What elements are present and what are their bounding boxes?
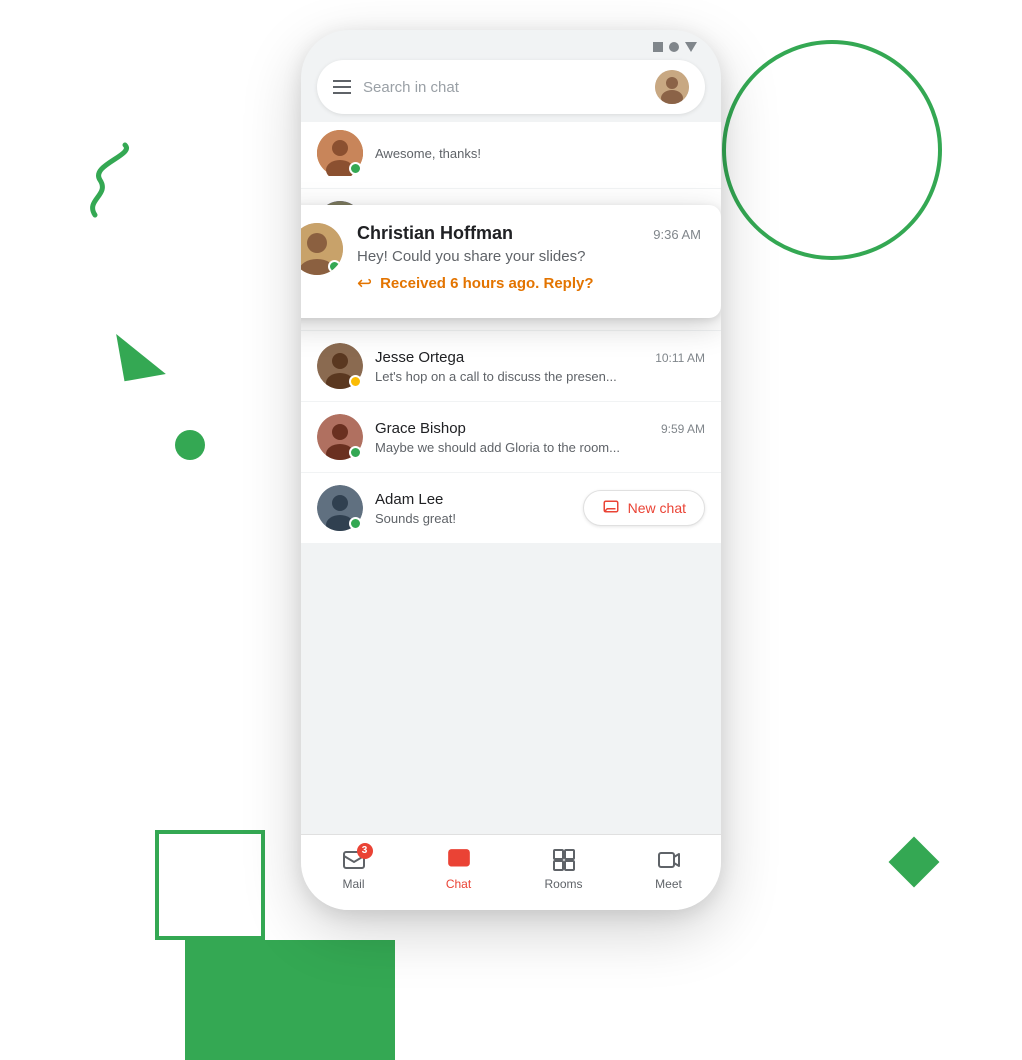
chat-icon [446, 847, 472, 873]
notif-name-row: Christian Hoffman 9:36 AM [357, 223, 701, 244]
phone-device: Search in chat Christian Hoffman [301, 30, 721, 910]
chat-header: Jesse Ortega 10:11 AM [375, 349, 705, 366]
avatar-wrap [317, 343, 363, 389]
notif-info: Christian Hoffman 9:36 AM Hey! Could you… [357, 223, 701, 294]
new-chat-button[interactable]: New chat [583, 490, 705, 526]
nav-item-mail[interactable]: 3 Mail [301, 835, 406, 902]
contact-name: Jesse Ortega [375, 349, 464, 366]
chat-message: Awesome, thanks! [375, 146, 705, 161]
chat-message: Maybe we should add Gloria to the room..… [375, 440, 705, 455]
chat-list: Awesome, thanks! Edward Wang 1:23 PM [301, 122, 721, 544]
battery-icon [685, 42, 697, 52]
notif-reply-row[interactable]: ↩ Received 6 hours ago. Reply? [357, 273, 701, 294]
chat-header: Grace Bishop 9:59 AM [375, 420, 705, 437]
online-indicator [328, 260, 341, 273]
rooms-label: Rooms [544, 877, 582, 891]
message-time: 10:11 AM [655, 351, 705, 365]
avatar-wrap [317, 414, 363, 460]
meet-icon [656, 847, 682, 873]
online-indicator [349, 162, 362, 175]
nav-item-meet[interactable]: Meet [616, 835, 721, 902]
new-chat-label: New chat [628, 500, 686, 516]
notif-time: 9:36 AM [653, 227, 701, 242]
deco-square-outline [155, 830, 265, 940]
away-indicator [349, 375, 362, 388]
mail-badge: 3 [357, 843, 373, 859]
notif-avatar [301, 223, 343, 275]
avatar-wrap [317, 485, 363, 531]
contact-name: Grace Bishop [375, 420, 466, 437]
contact-name: Adam Lee [375, 491, 443, 508]
notif-name: Christian Hoffman [357, 223, 513, 244]
notif-reply-text[interactable]: Received 6 hours ago. Reply? [380, 275, 593, 292]
mail-icon: 3 [341, 847, 367, 873]
deco-diamond [889, 837, 940, 888]
message-time: 9:59 AM [661, 422, 705, 436]
wifi-icon [669, 42, 679, 52]
chat-content: Grace Bishop 9:59 AM Maybe we should add… [375, 420, 705, 455]
search-placeholder: Search in chat [363, 79, 643, 96]
avatar-wrap [317, 130, 363, 176]
notification-popup: Christian Hoffman 9:36 AM Hey! Could you… [301, 205, 721, 318]
chat-content: Awesome, thanks! [375, 146, 705, 161]
rooms-icon [551, 847, 577, 873]
signal-icon [653, 42, 663, 52]
mail-label: Mail [342, 877, 364, 891]
notif-message: Hey! Could you share your slides? [357, 248, 701, 265]
menu-icon[interactable] [333, 80, 351, 94]
deco-squiggle [80, 140, 140, 230]
deco-circle [722, 40, 942, 260]
online-indicator [349, 517, 362, 530]
deco-triangle [116, 327, 166, 382]
list-item[interactable]: Adam Lee Sounds great! New chat [301, 473, 721, 544]
list-item[interactable]: Awesome, thanks! [301, 122, 721, 189]
avatar[interactable] [655, 70, 689, 104]
nav-item-chat[interactable]: Chat [406, 835, 511, 902]
status-bar [301, 30, 721, 60]
notif-header: Christian Hoffman 9:36 AM Hey! Could you… [301, 223, 701, 294]
meet-label: Meet [655, 877, 682, 891]
chat-content: Jesse Ortega 10:11 AM Let's hop on a cal… [375, 349, 705, 384]
list-item[interactable]: Jesse Ortega 10:11 AM Let's hop on a cal… [301, 331, 721, 402]
list-item[interactable]: Grace Bishop 9:59 AM Maybe we should add… [301, 402, 721, 473]
reply-arrow-icon: ↩ [357, 273, 372, 294]
deco-dot [175, 430, 205, 460]
chat-label: Chat [446, 877, 471, 891]
nav-item-rooms[interactable]: Rooms [511, 835, 616, 902]
online-indicator [349, 446, 362, 459]
deco-green-rect [185, 940, 395, 1060]
bottom-nav: 3 Mail Chat [301, 834, 721, 910]
chat-message: Let's hop on a call to discuss the prese… [375, 369, 705, 384]
search-bar[interactable]: Search in chat [317, 60, 705, 114]
